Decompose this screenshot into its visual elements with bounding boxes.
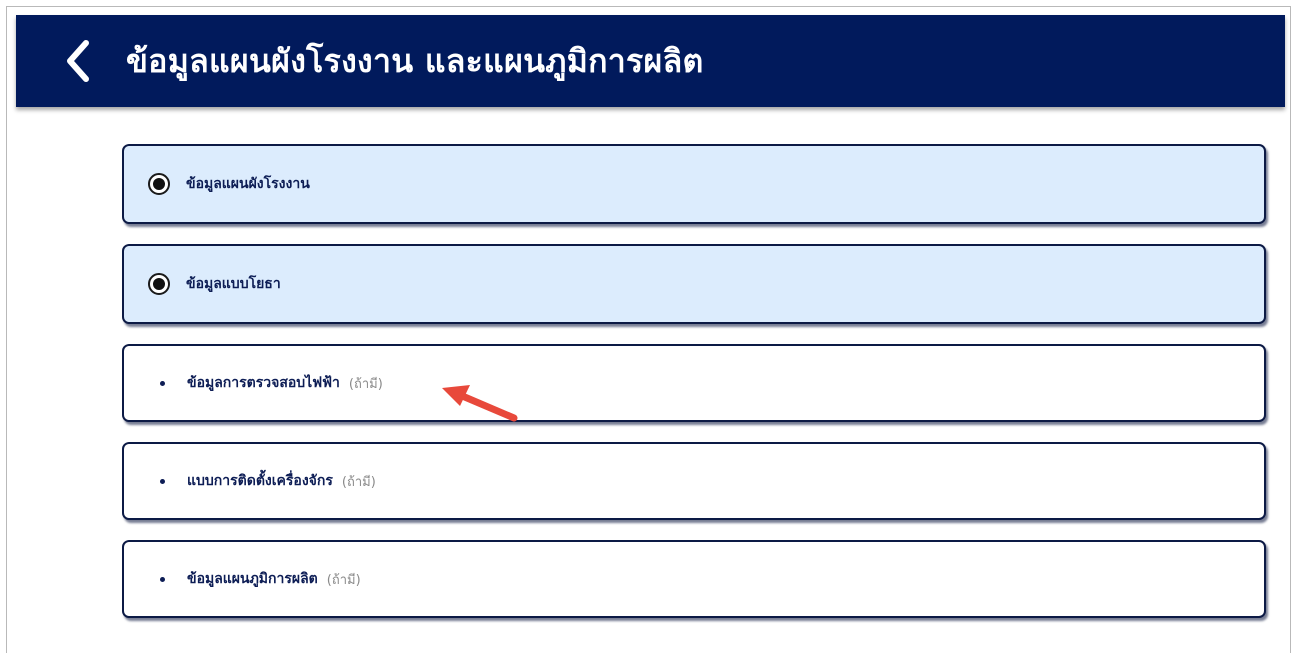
option-label: ข้อมูลแบบโยธา <box>186 276 281 292</box>
option-civil-drawing[interactable]: ข้อมูลแบบโยธา <box>122 244 1266 324</box>
optional-note: (ถ้ามี) <box>326 572 361 588</box>
doc-production-chart[interactable]: ข้อมูลแผนภูมิการผลิต (ถ้ามี) <box>122 540 1266 618</box>
bullet-icon <box>160 380 165 386</box>
item-list: ข้อมูลแผนผังโรงงาน ข้อมูลแบบโยธา ข้อมูลก… <box>122 144 1266 638</box>
doc-electrical-inspection[interactable]: ข้อมูลการตรวจสอบไฟฟ้า (ถ้ามี) <box>122 344 1266 422</box>
doc-label: ข้อมูลแผนภูมิการผลิต <box>187 571 318 587</box>
radio-selected-icon[interactable] <box>148 173 170 195</box>
chevron-left-icon <box>67 40 89 82</box>
app-header: ข้อมูลแผนผังโรงงาน และแผนภูมิการผลิต <box>16 15 1285 107</box>
back-button[interactable] <box>58 35 98 87</box>
doc-label: แบบการติดตั้งเครื่องจักร <box>187 473 333 489</box>
doc-machine-installation[interactable]: แบบการติดตั้งเครื่องจักร (ถ้ามี) <box>122 442 1266 520</box>
bullet-icon <box>160 576 165 582</box>
page-title: ข้อมูลแผนผังโรงงาน และแผนภูมิการผลิต <box>126 41 704 80</box>
bullet-icon <box>160 478 165 484</box>
doc-label: ข้อมูลการตรวจสอบไฟฟ้า <box>187 375 340 391</box>
optional-note: (ถ้ามี) <box>348 376 383 392</box>
optional-note: (ถ้ามี) <box>341 474 376 490</box>
option-label: ข้อมูลแผนผังโรงงาน <box>186 176 310 192</box>
radio-selected-icon[interactable] <box>148 273 170 295</box>
red-arrow-icon <box>442 385 518 422</box>
option-plant-layout[interactable]: ข้อมูลแผนผังโรงงาน <box>122 144 1266 224</box>
